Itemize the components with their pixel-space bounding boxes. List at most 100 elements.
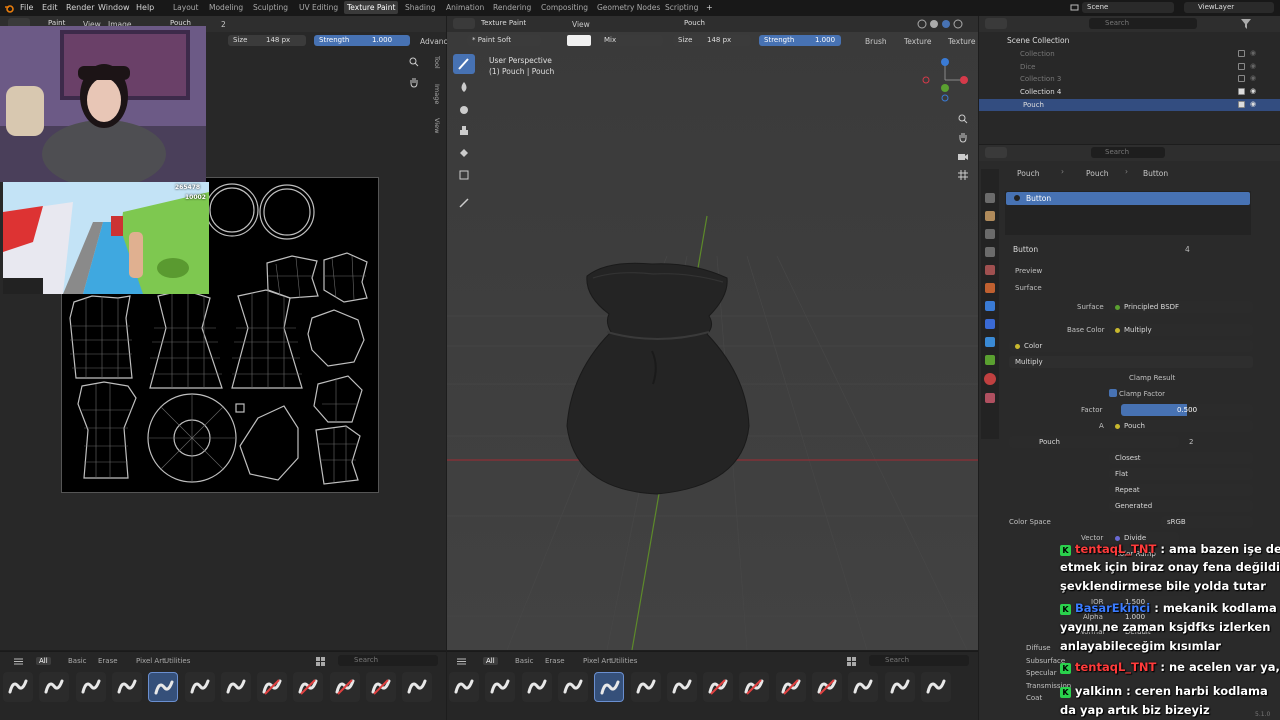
workspace-tab-shading[interactable]: Shading: [405, 3, 435, 12]
annotate-tool-icon[interactable]: [459, 198, 469, 208]
hamburger-menu-icon[interactable]: [14, 658, 23, 665]
brush-thumbnail[interactable]: [920, 672, 951, 702]
particles-tab-icon[interactable]: [985, 319, 995, 329]
workspace-tab-modeling[interactable]: Modeling: [209, 3, 243, 12]
ortho-grid-icon[interactable]: [958, 170, 968, 180]
render-tab-icon[interactable]: [985, 211, 995, 221]
subsection-coat[interactable]: Coat: [1026, 694, 1042, 702]
outliner-search[interactable]: Search: [1089, 18, 1197, 29]
workspace-tab-texture-paint[interactable]: Texture Paint: [344, 1, 399, 14]
data-tab-icon[interactable]: [985, 355, 995, 365]
viewport-mode-selector[interactable]: Texture Paint: [477, 18, 565, 29]
brush-thumbnail[interactable]: [594, 672, 625, 702]
strength-field[interactable]: Strength 1.000: [314, 35, 410, 46]
viewport-zoom-icon[interactable]: [958, 114, 968, 124]
workspace-tab-scripting[interactable]: Scripting: [665, 3, 698, 12]
brush-tab-pixel-art[interactable]: Pixel Art: [583, 657, 612, 665]
material-slot-list[interactable]: Button: [1005, 191, 1251, 235]
brush-thumbnail[interactable]: [39, 672, 70, 702]
advanced-menu[interactable]: Advanc: [420, 37, 448, 46]
outliner-editor-type[interactable]: [985, 18, 1007, 29]
brush-tab-erase[interactable]: Erase: [98, 657, 118, 665]
brush-menu[interactable]: Brush: [865, 37, 887, 46]
color-swatch[interactable]: [567, 35, 591, 46]
brush-thumbnail[interactable]: [630, 672, 661, 702]
breadcrumb-object[interactable]: Pouch: [1017, 169, 1039, 178]
brush-selector[interactable]: * Paint Soft: [467, 35, 541, 46]
modifier-tab-icon[interactable]: [985, 301, 995, 311]
pan-hand-icon[interactable]: [409, 77, 419, 88]
blur-tool-icon[interactable]: [459, 82, 469, 92]
brush-search-input[interactable]: Search: [338, 655, 438, 666]
brush-tab-all[interactable]: All: [36, 657, 51, 665]
tab-image[interactable]: Image: [433, 84, 441, 104]
brush-tab-basic[interactable]: Basic: [515, 657, 534, 665]
eye-icon[interactable]: ◉: [1250, 100, 1256, 108]
brush-thumbnail[interactable]: [848, 672, 879, 702]
tab-view[interactable]: View: [433, 118, 441, 133]
add-workspace-button[interactable]: +: [706, 3, 713, 12]
brush-thumbnail[interactable]: [293, 672, 324, 702]
interpolation-selector[interactable]: Closest: [1109, 452, 1253, 464]
brush-thumbnail[interactable]: [184, 672, 215, 702]
viewport-pan-icon[interactable]: [958, 132, 968, 143]
blend-type-selector[interactable]: Multiply: [1009, 356, 1253, 368]
viewport-strength-field[interactable]: Strength 1.000: [759, 35, 841, 46]
view-layer-tab-icon[interactable]: [985, 247, 995, 257]
material-name-field[interactable]: Button: [1013, 245, 1038, 254]
brush-thumbnail[interactable]: [703, 672, 734, 702]
brush-thumbnail[interactable]: [812, 672, 842, 702]
breadcrumb-material[interactable]: Button: [1143, 169, 1168, 178]
viewport-brush-search[interactable]: Search: [869, 655, 969, 666]
workspace-tab-compositing[interactable]: Compositing: [541, 3, 588, 12]
workspace-tab-sculpting[interactable]: Sculpting: [253, 3, 288, 12]
blend-mode-selector[interactable]: Mix: [599, 35, 663, 46]
subsection-diffuse[interactable]: Diffuse: [1026, 644, 1051, 652]
zoom-icon[interactable]: [409, 57, 419, 67]
clamp-result-checkbox[interactable]: Clamp Result: [1119, 374, 1175, 382]
menu-render[interactable]: Render: [66, 3, 94, 12]
view-grid-icon[interactable]: [316, 657, 326, 666]
exclude-checkbox[interactable]: [1238, 50, 1245, 57]
surface-section[interactable]: Surface: [1015, 284, 1042, 292]
brush-tab-utilities[interactable]: Utilities: [611, 657, 637, 665]
physics-tab-icon[interactable]: [985, 337, 995, 347]
scene-icon[interactable]: [1070, 3, 1079, 12]
tab-tool[interactable]: Tool: [433, 56, 441, 69]
exclude-checkbox[interactable]: [1238, 75, 1245, 83]
outliner-item[interactable]: Pouch ◉: [979, 98, 1280, 111]
texture-menu[interactable]: Texture: [904, 37, 931, 46]
eye-icon[interactable]: ◉: [1250, 62, 1256, 70]
image-texture-selector[interactable]: Pouch: [1009, 436, 1179, 448]
brush-tab-erase[interactable]: Erase: [545, 657, 565, 665]
object-tab-icon[interactable]: [985, 283, 995, 293]
breadcrumb-mesh[interactable]: Pouch: [1086, 169, 1108, 178]
exclude-checkbox[interactable]: [1238, 88, 1245, 96]
outliner-item[interactable]: Collection 3 ◉: [979, 73, 1280, 85]
factor-slider[interactable]: 0.500: [1121, 404, 1253, 416]
outliner-item[interactable]: Collection 4 ◉: [979, 86, 1280, 98]
scene-tab-icon[interactable]: [985, 265, 995, 275]
mask-tool-icon[interactable]: [459, 170, 469, 180]
eye-icon[interactable]: ◉: [1250, 87, 1256, 95]
preview-section[interactable]: Preview: [1015, 267, 1042, 275]
workspace-tab-rendering[interactable]: Rendering: [493, 3, 531, 12]
eye-icon[interactable]: ◉: [1250, 74, 1256, 82]
brush-tab-basic[interactable]: Basic: [68, 657, 87, 665]
projection-selector[interactable]: Flat: [1109, 468, 1253, 480]
brush-thumbnail[interactable]: [329, 672, 360, 702]
brush-thumbnail[interactable]: [148, 672, 179, 702]
viewport-hamburger-icon[interactable]: [457, 658, 466, 665]
workspace-tab-geometry-nodes[interactable]: Geometry Nodes: [597, 3, 660, 12]
output-tab-icon[interactable]: [985, 229, 995, 239]
brush-thumbnail[interactable]: [666, 672, 697, 702]
properties-editor-type[interactable]: [985, 147, 1007, 158]
view-layer-selector[interactable]: ViewLayer: [1184, 2, 1274, 13]
exclude-checkbox[interactable]: [1238, 100, 1245, 108]
clone-tool-icon[interactable]: [459, 126, 469, 136]
brush-thumbnail[interactable]: [402, 672, 433, 702]
source-selector[interactable]: Generated: [1109, 500, 1253, 512]
filter-icon[interactable]: [1241, 19, 1251, 29]
viewport-object-selector[interactable]: Pouch: [672, 18, 718, 29]
size-field[interactable]: Size 148 px: [228, 35, 306, 46]
